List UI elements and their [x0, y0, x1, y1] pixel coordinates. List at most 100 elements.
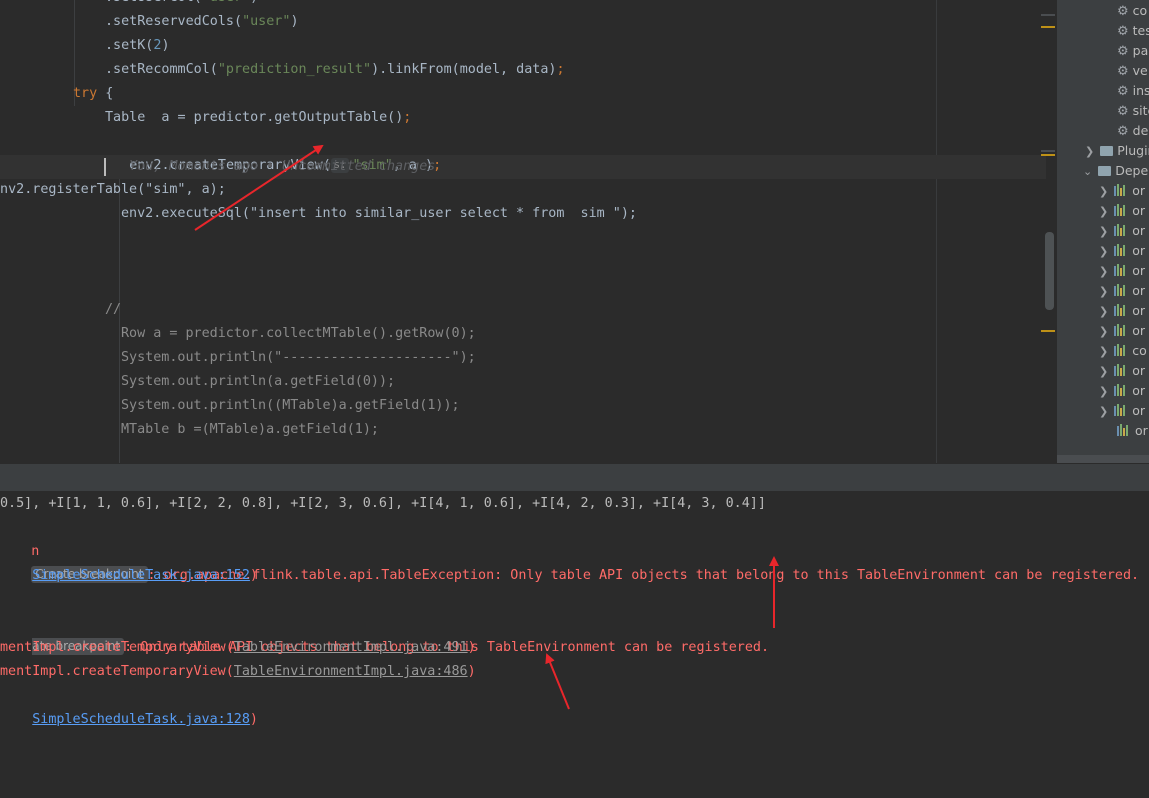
right-margin-guide [936, 0, 937, 463]
chevron-right-icon[interactable]: ❯ [1099, 285, 1108, 298]
exception-message: : org.apache.flink.table.api.TableExcept… [147, 568, 1140, 583]
git-blame-annotation: You, Moments ago • Uncommitted changes [129, 159, 436, 174]
code-token: ; [403, 110, 412, 125]
console-trace-line: SimpleScheduleTask.java:152) [32, 568, 258, 583]
error-stripe-mark[interactable] [1041, 14, 1055, 16]
chevron-down-icon[interactable]: ⌄ [1083, 165, 1092, 178]
code-line-create-temporary-view[interactable]: env2.createTemporaryView(s: "sim", a ); [97, 130, 441, 173]
tree-node-config-file[interactable]: ⚙ ins [1117, 81, 1149, 101]
chevron-right-icon[interactable]: ❯ [1099, 405, 1108, 418]
tree-node-label: Plugin [1117, 143, 1149, 158]
code-line[interactable]: .setUserCol("user") [105, 0, 258, 10]
error-stripe-mark[interactable] [1041, 154, 1055, 156]
code-line[interactable]: Table a = predictor.getOutputTable(); [105, 106, 411, 130]
tree-node-dependency[interactable]: ❯ or [1099, 281, 1145, 301]
tree-node-dependencies[interactable]: ⌄ Depe [1083, 161, 1148, 181]
code-token: ) [250, 0, 258, 5]
chevron-right-icon[interactable]: ❯ [1099, 205, 1108, 218]
tool-window-divider[interactable] [0, 463, 1149, 492]
stack-trace-link[interactable]: SimpleScheduleTask.java:152 [32, 568, 250, 583]
console-stack-frame: mentImpl.createTemporaryView(TableEnviro… [0, 664, 476, 679]
commented-code-line[interactable]: System.out.println("--------------------… [121, 346, 476, 370]
tree-node-plugins[interactable]: ❯ Plugin [1085, 141, 1149, 161]
tree-node-dependency[interactable]: ❯ or [1099, 201, 1145, 221]
library-bars-icon [1114, 264, 1128, 276]
chevron-right-icon[interactable]: ❯ [1099, 245, 1108, 258]
tree-node-label: or [1132, 263, 1146, 278]
code-line[interactable]: .setReservedCols("user") [105, 10, 299, 34]
console-stack-frame: mentImpl.createTemporaryView(TableEnviro… [0, 640, 476, 655]
tree-node-config-file[interactable]: ⚙ de [1117, 121, 1148, 141]
tree-node-dependency[interactable]: or [1117, 421, 1148, 441]
code-line[interactable]: try { [73, 82, 113, 106]
tree-node-label: or [1132, 303, 1146, 318]
commented-code-line[interactable]: MTable b =(MTable)a.getField(1); [121, 418, 379, 442]
stack-trace-link[interactable]: TableEnvironmentImpl.java:486 [234, 664, 468, 679]
tree-node-config-file[interactable]: ⚙ tes [1117, 21, 1149, 41]
code-token: ) [161, 38, 170, 53]
library-bars-icon [1114, 244, 1128, 256]
stack-trace-link[interactable]: TableEnvironmentImpl.java:491 [234, 640, 468, 655]
commented-code-line[interactable]: System.out.println(a.getField(0)); [121, 370, 395, 394]
chevron-right-icon[interactable]: ❯ [1085, 145, 1094, 158]
chevron-right-icon[interactable]: ❯ [1099, 305, 1108, 318]
tree-node-config-file[interactable]: ⚙ co [1117, 1, 1147, 21]
tree-node-config-file[interactable]: ⚙site [1117, 101, 1149, 121]
tree-node-dependency[interactable]: ❯ or [1099, 241, 1145, 261]
code-token: "prediction_result" [217, 62, 372, 77]
code-token: "user" [202, 0, 250, 5]
code-editor[interactable]: .setUserCol("user").setReservedCols("use… [0, 0, 1056, 463]
tree-node-dependency[interactable]: ❯ or [1099, 381, 1145, 401]
chevron-right-icon[interactable]: ❯ [1099, 185, 1108, 198]
library-bars-icon [1114, 404, 1128, 416]
code-token: .setReservedCols( [105, 14, 243, 29]
chevron-right-icon[interactable]: ❯ [1099, 365, 1108, 378]
error-stripe-mark[interactable] [1041, 150, 1055, 152]
code-line-register-table[interactable]: env2.registerTable("sim", a); [0, 178, 226, 202]
chevron-right-icon[interactable]: ❯ [1099, 325, 1108, 338]
gear-icon: ⚙ [1117, 84, 1129, 99]
error-stripe-mark[interactable] [1041, 330, 1055, 332]
chevron-right-icon[interactable]: ❯ [1099, 385, 1108, 398]
tree-node-label: co [1132, 343, 1147, 358]
tree-node-config-file[interactable]: ⚙ ve [1117, 61, 1148, 81]
error-stripe-mark[interactable] [1041, 26, 1055, 28]
tree-node-label: or [1132, 243, 1146, 258]
tree-node-dependency[interactable]: ❯ or [1099, 181, 1145, 201]
code-token: .setK( [105, 38, 154, 53]
tree-node-label: Depe [1115, 163, 1149, 178]
commented-code-line[interactable]: System.out.println((MTable)a.getField(1)… [121, 394, 460, 418]
comment-marker: // [105, 302, 122, 317]
code-line[interactable]: .setK(2) [105, 34, 170, 58]
code-line[interactable]: .setRecommCol("prediction_result").linkF… [105, 58, 565, 82]
tree-node-dependency[interactable]: ❯ or [1099, 321, 1145, 341]
tree-node-label: or [1132, 403, 1146, 418]
code-line-execute-sql[interactable]: env2.executeSql("insert into similar_use… [121, 202, 637, 226]
tree-node-dependency[interactable]: ❯ or [1099, 401, 1145, 421]
tree-node-dependency[interactable]: ❯ or [1099, 361, 1145, 381]
tree-node-dependency[interactable]: ❯ or [1099, 301, 1145, 321]
code-token: ).linkFrom(model, data) [371, 62, 557, 77]
editor-scrollbar-thumb[interactable] [1045, 232, 1054, 310]
stack-trace-link[interactable]: SimpleScheduleTask.java:128 [32, 712, 250, 727]
tree-node-label: site [1132, 103, 1149, 118]
chevron-right-icon[interactable]: ❯ [1099, 345, 1108, 358]
code-token: Table a = predictor.getOutputTable() [105, 110, 404, 125]
gear-icon: ⚙ [1117, 104, 1129, 119]
commented-code-line[interactable]: Row a = predictor.collectMTable().getRow… [121, 322, 476, 346]
code-token: { [97, 86, 114, 101]
library-bars-icon [1114, 224, 1128, 236]
library-bars-icon [1114, 344, 1128, 356]
chevron-right-icon[interactable]: ❯ [1099, 265, 1108, 278]
gear-icon: ⚙ [1117, 24, 1129, 39]
chevron-right-icon[interactable]: ❯ [1099, 225, 1108, 238]
tree-node-dependency[interactable]: ❯ or [1099, 221, 1145, 241]
console-exception-line: n Create breakpoint: org.apache.flink.ta… [0, 516, 1139, 583]
project-horizontal-scrollbar[interactable] [1057, 455, 1149, 463]
tree-node-dependency[interactable]: ❯ co [1099, 341, 1147, 361]
code-token: .setRecommCol( [105, 62, 218, 77]
tree-node-config-file[interactable]: ⚙ pa [1117, 41, 1148, 61]
tree-node-dependency[interactable]: ❯ or [1099, 261, 1145, 281]
run-console[interactable]: 0.5], +I[1, 1, 0.6], +I[2, 2, 0.8], +I[2… [0, 491, 1149, 798]
project-tool-window[interactable]: ⚙co⚙tes⚙pa⚙ve⚙ins⚙site⚙de ❯Plugin ⌄Depe … [1057, 0, 1149, 463]
